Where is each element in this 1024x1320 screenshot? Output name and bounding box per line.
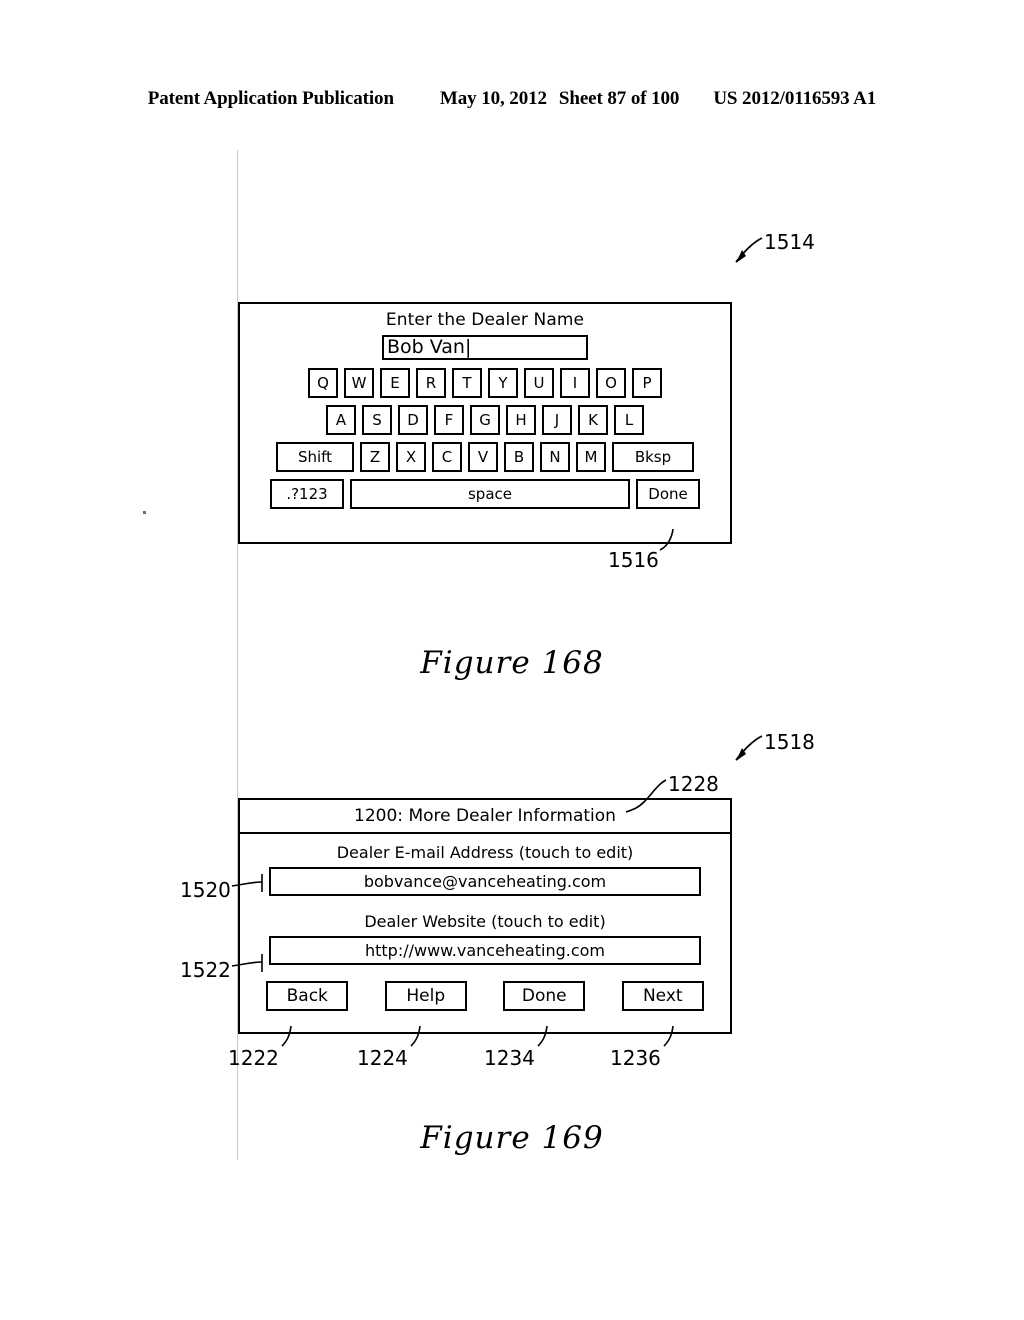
reference-numeral-1520: 1520: [180, 878, 231, 902]
key-j[interactable]: J: [542, 405, 572, 435]
key-backspace[interactable]: Bksp: [612, 442, 694, 472]
key-s[interactable]: S: [362, 405, 392, 435]
dealer-email-field-wrapper: bobvance@vanceheating.com: [240, 867, 730, 896]
key-u[interactable]: U: [524, 368, 554, 398]
keyboard-row-4: .?123 space Done: [240, 479, 730, 509]
dealer-email-label: Dealer E-mail Address (touch to edit): [336, 843, 634, 862]
reference-numeral-1236: 1236: [610, 1046, 661, 1070]
key-o[interactable]: O: [596, 368, 626, 398]
next-button[interactable]: Next: [621, 981, 704, 1011]
key-z[interactable]: Z: [360, 442, 390, 472]
key-q[interactable]: Q: [308, 368, 338, 398]
help-button[interactable]: Help: [384, 981, 467, 1011]
header-publication-label: Patent Application Publication: [147, 88, 394, 109]
leader-1518-arrowhead: [736, 748, 746, 761]
page-header: Patent Application Publication May 10, 2…: [0, 88, 1024, 110]
key-l[interactable]: L: [614, 405, 644, 435]
dialog-titlebar: 1200: More Dealer Information: [240, 800, 730, 834]
keyboard-prompt-title: Enter the Dealer Name: [385, 310, 585, 330]
key-b[interactable]: B: [504, 442, 534, 472]
key-t[interactable]: T: [452, 368, 482, 398]
reference-numeral-1516: 1516: [608, 548, 659, 572]
key-e[interactable]: E: [380, 368, 410, 398]
leader-1514: [735, 237, 763, 263]
keyboard-row-2: A S D F G H J K L: [240, 405, 730, 435]
dealer-website-label: Dealer Website (touch to edit): [364, 912, 606, 931]
key-n[interactable]: N: [540, 442, 570, 472]
dialog-button-bar: Back Help Done Next: [240, 981, 730, 1011]
reference-numeral-1514: 1514: [764, 230, 815, 254]
key-p[interactable]: P: [632, 368, 662, 398]
key-y[interactable]: Y: [488, 368, 518, 398]
reference-numeral-1522: 1522: [180, 958, 231, 982]
scan-artifact-dot: [143, 511, 146, 514]
key-c[interactable]: C: [432, 442, 462, 472]
key-done[interactable]: Done: [636, 479, 700, 509]
key-k[interactable]: K: [578, 405, 608, 435]
dialog-title: 1200: More Dealer Information: [354, 806, 616, 826]
key-h[interactable]: H: [506, 405, 536, 435]
reference-numeral-1518: 1518: [764, 730, 815, 754]
key-d[interactable]: D: [398, 405, 428, 435]
key-numeric-mode[interactable]: .?123: [270, 479, 344, 509]
header-patent-number: US 2012/0116593 A1: [713, 88, 877, 109]
reference-numeral-1234: 1234: [484, 1046, 535, 1070]
keyboard-row-1: Q W E R T Y U I O P: [240, 368, 730, 398]
leader-1518: [735, 735, 763, 761]
header-sheet-label: Sheet 87 of 100: [558, 88, 680, 109]
keyboard-row-3: Shift Z X C V B N M Bksp: [240, 442, 730, 472]
more-dealer-information-screen: 1200: More Dealer Information Dealer E-m…: [238, 798, 732, 1034]
dialog-body: Dealer E-mail Address (touch to edit) bo…: [240, 834, 730, 1011]
key-i[interactable]: I: [560, 368, 590, 398]
dealer-name-input[interactable]: Bob Van|: [382, 335, 588, 360]
key-a[interactable]: A: [326, 405, 356, 435]
dealer-email-field[interactable]: bobvance@vanceheating.com: [269, 867, 701, 896]
key-g[interactable]: G: [470, 405, 500, 435]
dealer-website-field-wrapper: http://www.vanceheating.com: [240, 936, 730, 965]
onscreen-keyboard: Q W E R T Y U I O P A S D F G H J K L Sh…: [240, 368, 730, 509]
key-space[interactable]: space: [350, 479, 630, 509]
key-m[interactable]: M: [576, 442, 606, 472]
dealer-website-field[interactable]: http://www.vanceheating.com: [269, 936, 701, 965]
figure-168-caption: Figure 168: [420, 645, 604, 681]
key-shift[interactable]: Shift: [276, 442, 354, 472]
figure-169-caption: Figure 169: [420, 1120, 604, 1156]
reference-numeral-1224: 1224: [357, 1046, 408, 1070]
key-r[interactable]: R: [416, 368, 446, 398]
key-w[interactable]: W: [344, 368, 374, 398]
header-date-label: May 10, 2012: [439, 88, 547, 109]
key-x[interactable]: X: [396, 442, 426, 472]
dealer-name-input-wrapper: Bob Van|: [240, 335, 730, 360]
reference-numeral-1222: 1222: [228, 1046, 279, 1070]
key-v[interactable]: V: [468, 442, 498, 472]
key-f[interactable]: F: [434, 405, 464, 435]
back-button[interactable]: Back: [266, 981, 349, 1011]
reference-numeral-1228: 1228: [668, 772, 719, 796]
leader-1514-arrowhead: [736, 250, 746, 263]
done-button[interactable]: Done: [503, 981, 586, 1011]
dealer-name-keyboard-screen: Enter the Dealer Name Bob Van| Q W E R T…: [238, 302, 732, 544]
